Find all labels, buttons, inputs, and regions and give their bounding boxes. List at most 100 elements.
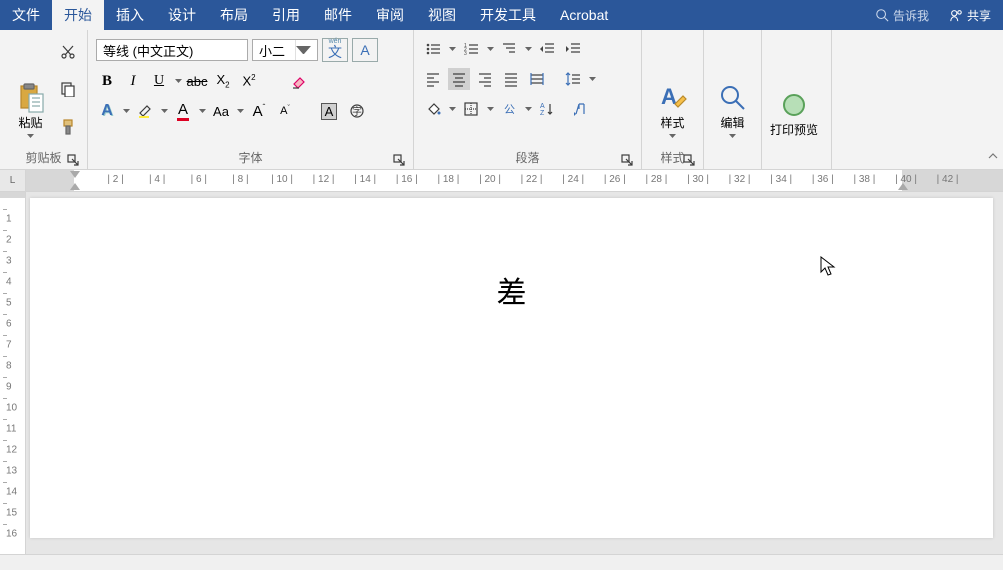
numbering-button[interactable]: 123 [460, 38, 482, 60]
asian-layout-dropdown[interactable] [524, 107, 532, 111]
clear-formatting-button[interactable] [288, 70, 310, 92]
shading-dropdown[interactable] [448, 107, 456, 111]
superscript-button[interactable]: X2 [238, 70, 260, 92]
paint-bucket-icon [425, 101, 441, 117]
shrink-font-button[interactable]: Aˇ [274, 100, 296, 122]
editing-dropdown[interactable] [729, 134, 737, 138]
first-line-indent-marker[interactable] [70, 171, 80, 178]
print-preview-label: 打印预览 [770, 124, 818, 138]
paragraph-launcher[interactable] [621, 154, 633, 166]
align-right-button[interactable] [474, 68, 496, 90]
document-page[interactable]: 差 [30, 198, 993, 538]
asian-layout-button[interactable]: 公 [498, 98, 520, 120]
ruler-horizontal[interactable]: L | 2 || 4 || 6 || 8 || 10 || 12 || 14 |… [0, 170, 1003, 192]
highlight-dropdown[interactable] [160, 109, 168, 113]
tab-design[interactable]: 设计 [156, 0, 208, 30]
bullets-dropdown[interactable] [448, 47, 456, 51]
styles-dropdown[interactable] [669, 134, 677, 138]
ruler-v-tick: 1 [6, 214, 12, 225]
ruler-h-tick: | 32 | [729, 174, 751, 185]
ruler-h-tick: | 20 | [479, 174, 501, 185]
change-case-button[interactable]: Aa [210, 100, 232, 122]
change-case-dropdown[interactable] [236, 109, 244, 113]
distributed-button[interactable] [526, 68, 548, 90]
styles-button[interactable]: A 样式 [648, 32, 697, 142]
align-justify-button[interactable] [500, 68, 522, 90]
underline-dropdown[interactable] [174, 79, 182, 83]
share-icon [949, 8, 963, 22]
tab-view[interactable]: 视图 [416, 0, 468, 30]
font-launcher[interactable] [393, 154, 405, 166]
show-marks-button[interactable] [570, 98, 592, 120]
character-border-button[interactable]: A [352, 38, 378, 62]
tab-references[interactable]: 引用 [260, 0, 312, 30]
phonetic-guide-button[interactable]: wén 文 [322, 38, 348, 62]
ruler-vertical[interactable]: 12345678910111213141516 [0, 192, 26, 554]
highlight-button[interactable] [134, 100, 156, 122]
italic-button[interactable]: I [122, 70, 144, 92]
format-painter-button[interactable] [57, 116, 79, 138]
character-shading-button[interactable]: 字 [346, 100, 368, 122]
styles-launcher[interactable] [683, 154, 695, 166]
subscript-button[interactable]: X2 [212, 70, 234, 92]
ruler-h-tick: | 42 | [937, 174, 959, 185]
underline-button[interactable]: U [148, 70, 170, 92]
document-text[interactable]: 差 [30, 198, 993, 312]
strikethrough-button[interactable]: abc [186, 70, 208, 92]
align-left-button[interactable] [422, 68, 444, 90]
tab-insert[interactable]: 插入 [104, 0, 156, 30]
collapse-ribbon-button[interactable] [987, 150, 999, 165]
ruler-h-tick: | 40 | [895, 174, 917, 185]
font-size-input[interactable] [253, 40, 295, 60]
line-spacing-button[interactable] [562, 68, 584, 90]
print-preview-button[interactable]: 打印预览 [768, 32, 820, 142]
tab-review[interactable]: 审阅 [364, 0, 416, 30]
tab-mailings[interactable]: 邮件 [312, 0, 364, 30]
increase-indent-button[interactable] [562, 38, 584, 60]
page-scroll-area[interactable]: 差 [26, 192, 1003, 554]
align-center-button[interactable] [448, 68, 470, 90]
font-size-combo[interactable] [252, 39, 318, 61]
decrease-indent-button[interactable] [536, 38, 558, 60]
editing-button[interactable]: 编辑 [710, 32, 755, 142]
sort-button[interactable]: AZ [536, 98, 558, 120]
ruler-h-track[interactable]: | 2 || 4 || 6 || 8 || 10 || 12 || 14 || … [26, 170, 1003, 191]
tab-file[interactable]: 文件 [0, 0, 52, 30]
multilevel-dropdown[interactable] [524, 47, 532, 51]
horizontal-scrollbar[interactable] [0, 554, 1003, 570]
ruler-v-tick: 16 [6, 529, 17, 540]
multilevel-list-button[interactable] [498, 38, 520, 60]
enclose-characters-button[interactable]: A [316, 100, 342, 122]
paste-button[interactable]: 粘贴 [6, 32, 55, 142]
bullets-button[interactable] [422, 38, 444, 60]
tab-acrobat[interactable]: Acrobat [548, 0, 620, 30]
ruler-corner[interactable]: L [0, 170, 26, 191]
font-size-caret[interactable] [295, 40, 311, 60]
cut-button[interactable] [57, 41, 79, 63]
numbering-dropdown[interactable] [486, 47, 494, 51]
tell-me-search[interactable]: 告诉我 [867, 0, 937, 30]
grow-font-button[interactable]: Aˆ [248, 100, 270, 122]
copy-button[interactable] [57, 78, 79, 100]
share-button[interactable]: 共享 [937, 0, 1003, 30]
font-name-combo[interactable] [96, 39, 248, 61]
distributed-icon [529, 71, 545, 87]
clipboard-launcher[interactable] [67, 154, 79, 166]
tab-home[interactable]: 开始 [52, 0, 104, 30]
shading-button[interactable] [422, 98, 444, 120]
group-font: wén 文 A B I U abc X2 X2 A [88, 30, 414, 169]
text-effects-button[interactable]: A [96, 100, 118, 122]
tab-developer[interactable]: 开发工具 [468, 0, 548, 30]
bold-button[interactable]: B [96, 70, 118, 92]
borders-button[interactable] [460, 98, 482, 120]
line-spacing-dropdown[interactable] [588, 77, 596, 81]
text-effects-dropdown[interactable] [122, 109, 130, 113]
hanging-indent-marker[interactable] [70, 183, 80, 190]
paste-dropdown[interactable] [27, 134, 35, 138]
tab-layout[interactable]: 布局 [208, 0, 260, 30]
font-color-dropdown[interactable] [198, 109, 206, 113]
borders-dropdown[interactable] [486, 107, 494, 111]
group-clipboard: 粘贴 剪贴板 [0, 30, 88, 169]
find-icon [717, 82, 749, 114]
font-color-button[interactable]: A [172, 100, 194, 122]
